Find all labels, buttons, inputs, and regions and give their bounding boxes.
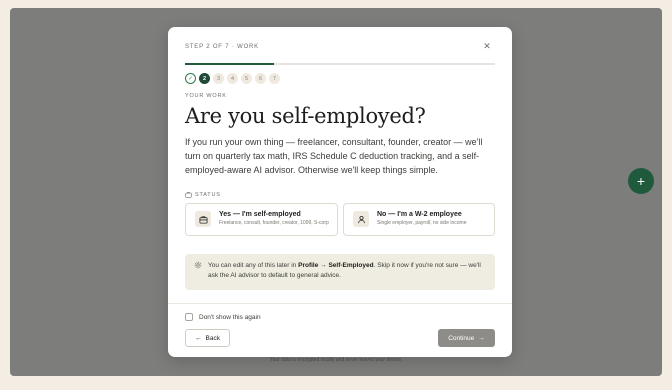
info-text: You can edit any of this later in Profil…	[208, 262, 481, 279]
settings-path: Profile → Self-Employed	[298, 262, 374, 269]
option-subtitle: Single employer, payroll, no side income	[377, 220, 467, 226]
progress-fill	[185, 63, 274, 65]
plus-icon: +	[636, 173, 646, 189]
step-7: 7	[269, 73, 280, 84]
briefcase-icon	[195, 211, 211, 227]
description: If you run your own thing — freelancer, …	[185, 137, 483, 175]
info-callout: You can edit any of this later in Profil…	[185, 254, 495, 290]
person-icon	[353, 211, 369, 227]
privacy-note: Your data is encrypted locally and never…	[269, 357, 403, 363]
option-title: Yes — I'm self-employed	[219, 211, 301, 218]
continue-label: Continue	[448, 334, 475, 342]
briefcase-icon	[185, 192, 192, 198]
dont-show-again-checkbox[interactable]	[185, 313, 193, 321]
add-fab-button[interactable]: +	[628, 168, 654, 194]
checkbox-label: Don't show this again	[199, 313, 261, 321]
continue-button[interactable]: Continue →	[438, 329, 495, 347]
step-1-done: ✓	[185, 73, 196, 84]
close-icon: ✕	[483, 41, 491, 51]
back-button[interactable]: ← Back	[185, 329, 230, 347]
option-title: No — I'm a W-2 employee	[377, 211, 462, 218]
step-indicator: ✓ 2 3 4 5 6 7	[185, 73, 280, 84]
gear-icon	[194, 261, 202, 269]
dont-show-again-row[interactable]: Don't show this again	[185, 313, 261, 321]
arrow-left-icon: ←	[195, 334, 202, 342]
back-label: Back	[205, 334, 220, 342]
status-label: STATUS	[195, 191, 221, 198]
onboarding-modal: STEP 2 OF 7 · WORK ✕ ✓ 2 3 4 5 6 7 YOUR …	[168, 27, 512, 357]
step-label: STEP 2 OF 7 · WORK	[185, 44, 259, 50]
step-2-current: 2	[199, 73, 210, 84]
status-label-row: STATUS	[185, 191, 221, 198]
arrow-right-icon: →	[478, 334, 485, 342]
step-3: 3	[213, 73, 224, 84]
option-self-employed[interactable]: Yes — I'm self-employed Freelance, consu…	[185, 203, 338, 236]
footer-divider	[168, 303, 512, 304]
option-w2-employee[interactable]: No — I'm a W-2 employee Single employer,…	[343, 203, 495, 236]
step-4: 4	[227, 73, 238, 84]
section-label: YOUR WORK	[185, 93, 227, 99]
app-frame: Your data is encrypted locally and never…	[0, 0, 672, 390]
close-button[interactable]: ✕	[481, 40, 493, 52]
page-title: Are you self-employed?	[185, 104, 426, 128]
progress-bar	[185, 63, 495, 65]
option-subtitle: Freelance, consult, founder, creator, 10…	[219, 220, 329, 226]
step-6: 6	[255, 73, 266, 84]
step-5: 5	[241, 73, 252, 84]
